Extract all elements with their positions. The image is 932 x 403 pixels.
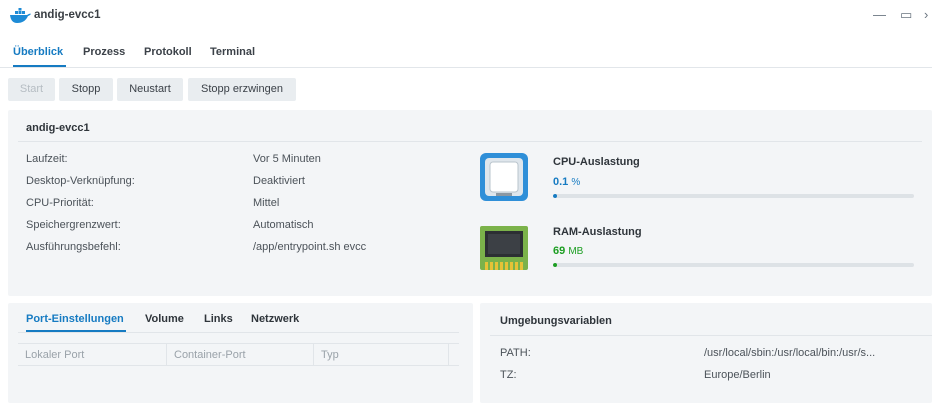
cpu-usage-title: CPU-Auslastung — [553, 156, 640, 168]
divider — [490, 335, 932, 336]
env-value: Europe/Berlin — [704, 369, 771, 381]
ports-table-header: Lokaler Port Container-Port Typ — [18, 343, 459, 366]
env-key: TZ: — [500, 369, 517, 381]
window-title: andig-evcc1 — [34, 9, 101, 21]
memory-limit-label: Speichergrenzwert: — [26, 219, 121, 231]
start-button[interactable]: Start — [8, 78, 55, 101]
active-tab-indicator — [13, 65, 66, 67]
stop-button[interactable]: Stopp — [59, 78, 113, 101]
title-bar: andig-evcc1 — ▭ › — [0, 0, 932, 32]
tab-port-settings[interactable]: Port-Einstellungen — [26, 313, 124, 325]
minimize-icon[interactable]: — — [873, 7, 886, 22]
env-key: PATH: — [500, 347, 531, 359]
overview-panel — [8, 110, 932, 296]
environment-title: Umgebungsvariablen — [500, 315, 612, 327]
maximize-icon[interactable]: ▭ — [900, 7, 912, 23]
cpu-priority-label: CPU-Priorität: — [26, 197, 94, 209]
cpu-usage-bar — [553, 194, 914, 198]
tab-log[interactable]: Protokoll — [144, 46, 192, 58]
close-icon[interactable]: › — [924, 7, 928, 22]
tab-volume[interactable]: Volume — [145, 313, 184, 325]
main-tabs: Überblick Prozess Protokoll Terminal — [0, 38, 932, 68]
tab-links[interactable]: Links — [204, 313, 233, 325]
env-value: /usr/local/sbin:/usr/local/bin:/usr/s... — [704, 347, 876, 359]
ram-usage-fill — [553, 263, 557, 267]
tab-process[interactable]: Prozess — [83, 46, 125, 58]
tab-terminal[interactable]: Terminal — [210, 46, 255, 58]
cpu-priority-value: Mittel — [253, 197, 280, 209]
execution-command-value: /app/entrypoint.sh evcc — [253, 241, 367, 253]
tab-network[interactable]: Netzwerk — [251, 313, 299, 325]
uptime-label: Laufzeit: — [26, 153, 68, 165]
column-local-port[interactable]: Lokaler Port — [18, 344, 167, 366]
ram-usage-title: RAM-Auslastung — [553, 226, 642, 238]
execution-command-label: Ausführungsbefehl: — [26, 241, 121, 253]
ram-usage-value: 69 MB — [553, 245, 584, 257]
uptime-value: Vor 5 Minuten — [253, 153, 321, 165]
restart-button[interactable]: Neustart — [117, 78, 183, 101]
ram-usage-bar — [553, 263, 914, 267]
desktop-shortcut-label: Desktop-Verknüpfung: — [26, 175, 135, 187]
divider — [18, 332, 459, 333]
docker-whale-icon — [10, 8, 31, 23]
tab-overview[interactable]: Überblick — [13, 46, 63, 58]
column-container-port[interactable]: Container-Port — [167, 344, 314, 366]
cpu-icon — [480, 153, 528, 201]
container-name: andig-evcc1 — [26, 122, 90, 134]
cpu-usage-value: 0.1 % — [553, 176, 581, 188]
column-type[interactable]: Typ — [314, 344, 449, 366]
force-stop-button[interactable]: Stopp erzwingen — [188, 78, 296, 101]
divider — [18, 141, 922, 142]
desktop-shortcut-value: Deaktiviert — [253, 175, 305, 187]
memory-limit-value: Automatisch — [253, 219, 314, 231]
ram-icon — [480, 226, 528, 270]
cpu-usage-fill — [553, 194, 557, 198]
